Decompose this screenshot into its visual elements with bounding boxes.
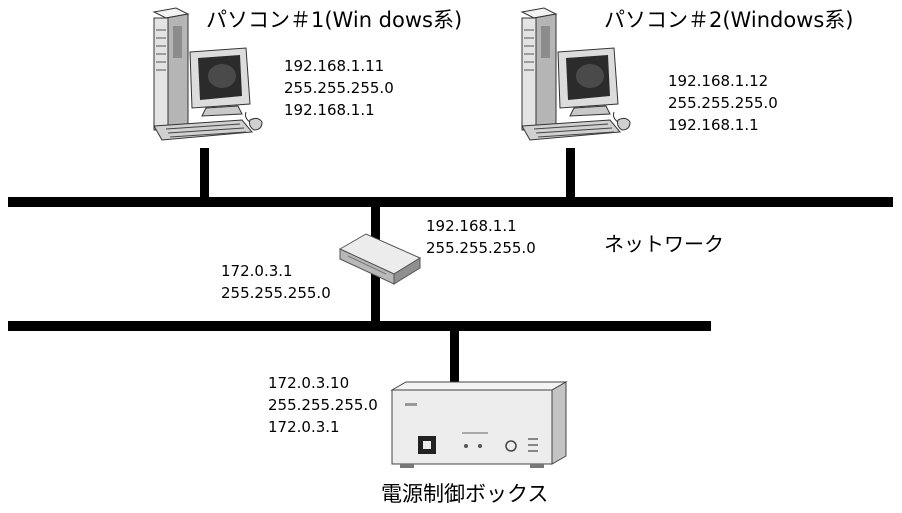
network-label: ネットワーク xyxy=(604,232,724,256)
power-box-drop-line xyxy=(450,329,459,389)
pc2-title: パソコン＃2(Windows系) xyxy=(604,8,854,32)
power-control-box-icon xyxy=(390,381,568,468)
pc1-gateway: 192.168.1.1 xyxy=(284,101,375,119)
lower-network-line xyxy=(8,321,711,331)
router-icon xyxy=(338,233,422,285)
pc2-subnet-mask: 255.255.255.0 xyxy=(668,94,778,112)
router-upper-mask: 255.255.255.0 xyxy=(426,239,536,257)
pc1-drop-line xyxy=(200,148,209,200)
router-upper-address-block: 192.168.1.1 255.255.255.0 xyxy=(426,216,536,260)
pc2-address-block: 192.168.1.12 255.255.255.0 192.168.1.1 xyxy=(668,71,778,137)
router-lower-ip: 172.0.3.1 xyxy=(221,262,293,280)
pc1-address-block: 192.168.1.11 255.255.255.0 192.168.1.1 xyxy=(284,56,394,122)
pc2-ip-address: 192.168.1.12 xyxy=(668,72,769,90)
pc2-gateway: 192.168.1.1 xyxy=(668,116,759,134)
power-box-gateway: 172.0.3.1 xyxy=(268,418,340,436)
router-lower-mask: 255.255.255.0 xyxy=(221,284,331,302)
power-box-ip-address: 172.0.3.10 xyxy=(268,374,350,392)
upper-network-line xyxy=(8,197,893,207)
router-lower-address-block: 172.0.3.1 255.255.255.0 xyxy=(221,261,331,305)
pc1-ip-address: 192.168.1.11 xyxy=(284,57,385,75)
pc2-drop-line xyxy=(566,148,575,200)
pc1-subnet-mask: 255.255.255.0 xyxy=(284,79,394,97)
power-box-subnet-mask: 255.255.255.0 xyxy=(268,396,378,414)
pc1-title: パソコン＃1(Win dows系) xyxy=(206,8,463,32)
router-upper-ip: 192.168.1.1 xyxy=(426,217,517,235)
power-box-address-block: 172.0.3.10 255.255.255.0 172.0.3.1 xyxy=(268,373,378,439)
power-box-label: 電源制御ボックス xyxy=(381,482,549,506)
